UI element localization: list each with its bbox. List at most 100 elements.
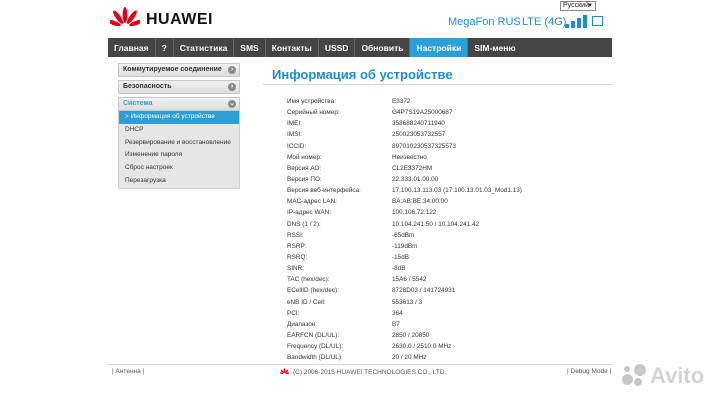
- sidebar-subitem[interactable]: Изменение пароля: [119, 149, 239, 162]
- nav-item-4[interactable]: Контакты: [266, 38, 319, 57]
- info-value: 10.104.241.50 / 10.104.241.42: [392, 220, 480, 228]
- nav-item-2[interactable]: Статистика: [174, 38, 235, 57]
- info-label: IMEI:: [287, 120, 302, 128]
- sidebar-subitem[interactable]: Сброс настроек: [119, 162, 239, 175]
- info-value: E3372: [392, 98, 411, 105]
- info-value: CL2E3372HM: [392, 164, 433, 172]
- info-row: Диапазон: B7: [287, 319, 592, 330]
- info-value: 17.100.13.113.03 (17.100.13.01.03_Mod1.1…: [392, 187, 522, 195]
- device-info-table: Имя устройства: E3372 Серийный номер: G4P7S…: [287, 96, 592, 363]
- footer-antenna-label: Антенна: [115, 368, 141, 375]
- sidebar-group-system[interactable]: Система ⌄: [118, 97, 240, 111]
- huawei-flower-icon: [110, 7, 140, 27]
- info-row: Версия веб-интерфейса: 17.100.13.113.03 (…: [287, 185, 592, 196]
- info-value: -15dB: [392, 253, 410, 261]
- info-label: Frequency (DL/UL):: [287, 343, 344, 351]
- info-label: SINR:: [287, 265, 305, 273]
- nav-item-8[interactable]: SIM-меню: [468, 38, 521, 57]
- info-label: ICCID:: [287, 142, 307, 150]
- chevron-right-icon: ›: [228, 66, 236, 74]
- info-value: -65dBm: [392, 231, 415, 239]
- info-value: -119dBm: [392, 242, 418, 250]
- info-value: 15A6 / 5542: [392, 276, 427, 284]
- language-value: Русский: [563, 2, 589, 9]
- info-value: 20 / 20 MHz: [392, 354, 427, 362]
- info-label: MAC-адрес LAN:: [287, 198, 337, 206]
- footer-divider: [108, 364, 612, 365]
- info-label: Версия АО:: [287, 164, 322, 172]
- info-label: EARFCN (DL/UL):: [287, 331, 340, 339]
- huawei-mini-logo-icon: [280, 368, 289, 374]
- system-submenu: > Информация об устройстве DHCP Резервиров…: [118, 111, 240, 189]
- main-nav: Главная? Статистика SMS Контакты USSD Обновит…: [108, 38, 612, 57]
- info-row: eNB ID / Cell: 553613 / 3: [287, 297, 592, 308]
- chevron-down-icon: ⌄: [228, 100, 236, 108]
- info-label: DNS (1 / 2):: [287, 220, 321, 228]
- sidebar-group-label: Безопасность: [123, 83, 172, 90]
- info-label: RSSI:: [287, 231, 304, 239]
- chevron-down-icon: ▼: [587, 3, 593, 9]
- info-row: Bandwidth (DL/UL): 20 / 20 MHz: [287, 352, 592, 363]
- language-select[interactable]: Русский ▼: [560, 1, 596, 11]
- huawei-logo: HUAWEI: [110, 6, 213, 34]
- info-row: ICCID: 897010230537325573: [287, 141, 592, 152]
- brand-name: HUAWEI: [146, 11, 213, 28]
- info-label: Имя устройства:: [287, 98, 336, 105]
- info-value: 22.333.01.00.00: [392, 175, 439, 183]
- sidebar-group-dialup[interactable]: Коммутируемое соединение ›: [118, 63, 240, 77]
- info-value: Неизвестно: [392, 153, 427, 161]
- info-label: Версия веб-интерфейса:: [287, 187, 361, 195]
- nav-item-6[interactable]: Обновить: [355, 38, 411, 57]
- router-web-ui: HUAWEI Русский ▼ MegaFon RUS LTE (4G) Гл…: [0, 0, 720, 404]
- info-row: Frequency (DL/UL): 2630.0 / 2510.0 MHz: [287, 341, 592, 352]
- sidebar-subitem[interactable]: Перезагрузка: [119, 175, 239, 188]
- info-row: IMEI: 358688240711940: [287, 118, 592, 129]
- network-type: LTE (4G): [522, 16, 567, 28]
- copyright-text: (C) 2006-2015 HUAWEI TECHNOLOGIES CO., L…: [293, 368, 447, 376]
- info-value: 250023053732557: [392, 131, 446, 139]
- info-value: 358688240711940: [392, 120, 445, 128]
- avito-watermark: Avito: [620, 362, 704, 390]
- sidebar-subitem[interactable]: > Информация об устройстве: [119, 111, 239, 124]
- page-title: Информация об устройстве: [272, 67, 453, 82]
- info-label: Bandwidth (DL/UL):: [287, 354, 343, 362]
- info-value: 2850 / 20850: [392, 331, 430, 339]
- info-row: Серийный номер: G4P7S19A25000687: [287, 107, 592, 118]
- info-value: B7: [392, 320, 400, 328]
- info-value: G4P7S19A25000687: [392, 109, 453, 117]
- footer-copyright: (C) 2006-2015 HUAWEI TECHNOLOGIES CO., L…: [280, 368, 446, 376]
- info-row: RSSI: -65dBm: [287, 230, 592, 241]
- nav-item-3[interactable]: SMS: [234, 38, 266, 57]
- info-row: ECellID (hex/dec): 8728D03 / 141724931: [287, 285, 592, 296]
- info-row: RSRP: -119dBm: [287, 241, 592, 252]
- avito-text: Avito: [650, 363, 705, 388]
- info-value: 8728D03 / 141724931: [392, 287, 456, 295]
- nav-item-1[interactable]: ?: [156, 38, 174, 57]
- info-value: 364: [392, 309, 403, 317]
- sidebar-subitem[interactable]: DHCP: [119, 124, 239, 137]
- info-row: EARFCN (DL/UL): 2850 / 20850: [287, 330, 592, 341]
- sidebar-group-security[interactable]: Безопасность ›: [118, 80, 240, 94]
- footer-debug-link[interactable]: | Debug Mode |: [567, 368, 611, 375]
- info-row: MAC-адрес LAN: BA:AB:BE:34:00:00: [287, 196, 592, 207]
- info-value: 553613 / 3: [392, 298, 423, 306]
- nav-item-0[interactable]: Главная: [108, 38, 156, 57]
- sidebar-subitem[interactable]: Резервирование и восстановление: [119, 137, 239, 150]
- signal-strength-icon: [565, 14, 587, 28]
- info-row: RSRQ: -15dB: [287, 252, 592, 263]
- info-value: BA:AB:BE:34:00:00: [392, 198, 448, 206]
- nav-item-7[interactable]: Настройки: [410, 38, 469, 57]
- info-label: TAC (hex/dec):: [287, 276, 330, 284]
- footer-antenna-link[interactable]: | Антенна |: [112, 368, 144, 375]
- info-label: RSRP:: [287, 242, 307, 250]
- info-value: 897010230537325573: [392, 142, 456, 150]
- info-label: RSRQ:: [287, 253, 308, 261]
- nav-item-5[interactable]: USSD: [319, 38, 356, 57]
- info-row: IP-адрес WAN: 100.106.72.122: [287, 207, 592, 218]
- info-label: Версия ПО:: [287, 175, 322, 183]
- info-row: TAC (hex/dec): 15A6 / 5542: [287, 274, 592, 285]
- info-label: PCI:: [287, 309, 300, 317]
- chevron-right-icon: ›: [228, 83, 236, 91]
- sidebar: Коммутируемое соединение › Безопасность …: [118, 63, 240, 189]
- info-label: Серийный номер:: [287, 109, 340, 117]
